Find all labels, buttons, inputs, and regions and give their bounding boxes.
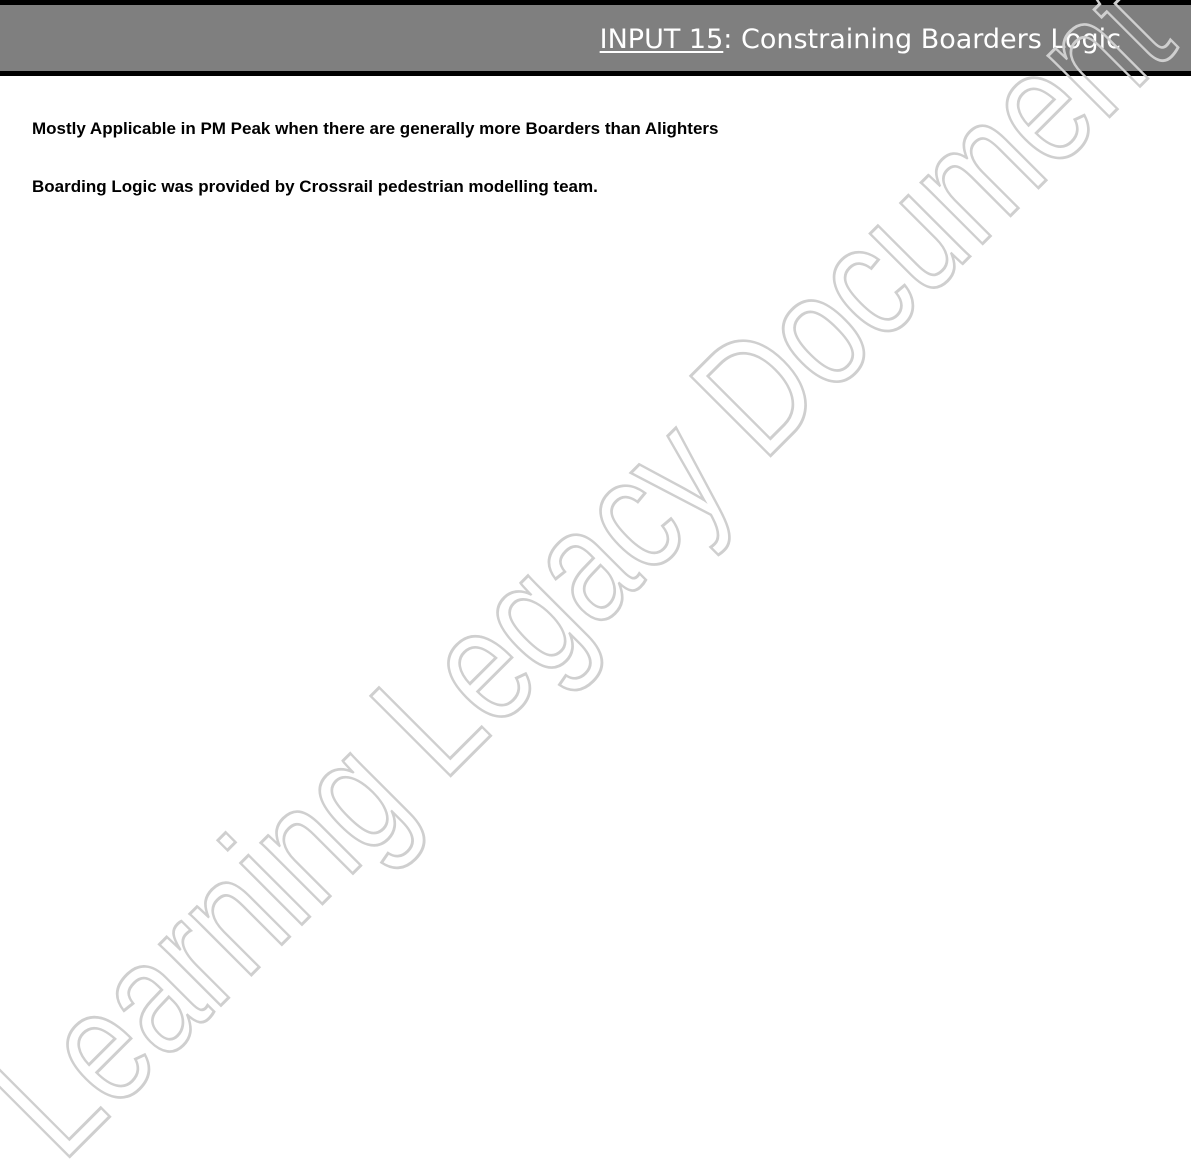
- watermark: Learning Legacy Document: [0, 0, 1191, 1161]
- slide-header-bar: INPUT 15: Constraining Boarders Logic: [0, 0, 1191, 76]
- body-text-line-1: Mostly Applicable in PM Peak when there …: [32, 119, 719, 138]
- slide-title: INPUT 15: Constraining Boarders Logic: [600, 22, 1121, 58]
- slide-title-input-reference: INPUT 15: [599, 24, 724, 55]
- body-text-line-2: Boarding Logic was provided by Crossrail…: [32, 177, 598, 196]
- watermark-text: Learning Legacy Document: [0, 0, 1191, 1161]
- slide-title-separator: :: [723, 24, 741, 55]
- slide-title-text: Constraining Boarders Logic: [740, 24, 1121, 55]
